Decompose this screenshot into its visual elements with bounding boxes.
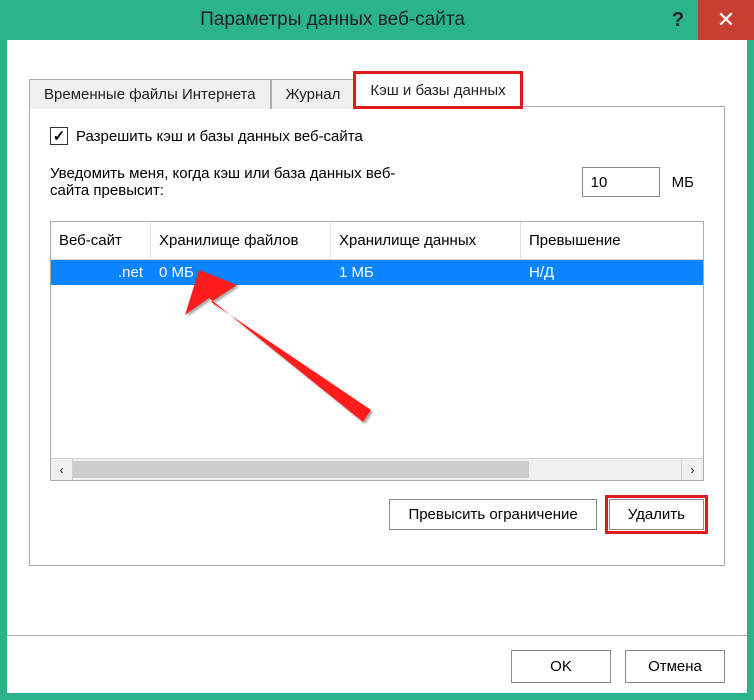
notify-threshold-input[interactable] bbox=[582, 167, 660, 197]
titlebar-controls: ? ✕ bbox=[658, 0, 754, 40]
scroll-right-icon[interactable]: › bbox=[681, 459, 703, 480]
allow-cache-row: Разрешить кэш и базы данных веб-сайта bbox=[50, 127, 704, 145]
notify-unit: МБ bbox=[672, 174, 694, 191]
tab-history[interactable]: Журнал bbox=[271, 79, 356, 109]
th-excess[interactable]: Превышение bbox=[521, 222, 651, 259]
scroll-thumb[interactable] bbox=[73, 461, 529, 478]
tabstrip: Временные файлы Интернета Журнал Кэш и б… bbox=[29, 70, 725, 106]
dialog-body: Временные файлы Интернета Журнал Кэш и б… bbox=[7, 40, 747, 584]
help-button[interactable]: ? bbox=[658, 0, 698, 40]
exceed-limit-button[interactable]: Превысить ограничение bbox=[389, 499, 596, 530]
panel-buttons: Превысить ограничение Удалить bbox=[50, 499, 704, 530]
notify-row: Уведомить меня, когда кэш или база данны… bbox=[50, 165, 704, 199]
allow-cache-checkbox[interactable] bbox=[50, 127, 68, 145]
notify-label: Уведомить меня, когда кэш или база данны… bbox=[50, 165, 430, 199]
close-button[interactable]: ✕ bbox=[698, 0, 754, 40]
horizontal-scrollbar[interactable]: ‹ › bbox=[51, 458, 703, 480]
dialog-footer: OK Отмена bbox=[7, 635, 747, 693]
tab-panel-cache-db: Разрешить кэш и базы данных веб-сайта Ув… bbox=[29, 106, 725, 566]
table-header: Веб-сайт Хранилище файлов Хранилище данн… bbox=[51, 222, 703, 260]
cell-filestore: 0 МБ bbox=[151, 260, 331, 285]
th-filestore[interactable]: Хранилище файлов bbox=[151, 222, 331, 259]
tab-temp-files[interactable]: Временные файлы Интернета bbox=[29, 79, 271, 109]
ok-button[interactable]: OK bbox=[511, 650, 611, 683]
titlebar: Параметры данных веб-сайта ? ✕ bbox=[0, 0, 754, 40]
delete-button[interactable]: Удалить bbox=[609, 499, 704, 530]
cell-site: .net bbox=[51, 260, 151, 285]
allow-cache-label: Разрешить кэш и базы данных веб-сайта bbox=[76, 128, 363, 145]
th-datastore[interactable]: Хранилище данных bbox=[331, 222, 521, 259]
th-site[interactable]: Веб-сайт bbox=[51, 222, 151, 259]
cell-excess: Н/Д bbox=[521, 260, 651, 285]
table-row[interactable]: .net 0 МБ 1 МБ Н/Д bbox=[51, 260, 703, 285]
tab-cache-db[interactable]: Кэш и базы данных bbox=[355, 73, 520, 107]
scroll-left-icon[interactable]: ‹ bbox=[51, 459, 73, 480]
sites-table: Веб-сайт Хранилище файлов Хранилище данн… bbox=[50, 221, 704, 481]
cell-datastore: 1 МБ bbox=[331, 260, 521, 285]
scroll-track[interactable] bbox=[73, 459, 681, 480]
window-title: Параметры данных веб-сайта bbox=[7, 9, 658, 31]
table-body: .net 0 МБ 1 МБ Н/Д bbox=[51, 260, 703, 458]
arrow-annotation-icon bbox=[141, 270, 401, 430]
dialog-window: Параметры данных веб-сайта ? ✕ Временные… bbox=[0, 0, 754, 700]
cancel-button[interactable]: Отмена bbox=[625, 650, 725, 683]
